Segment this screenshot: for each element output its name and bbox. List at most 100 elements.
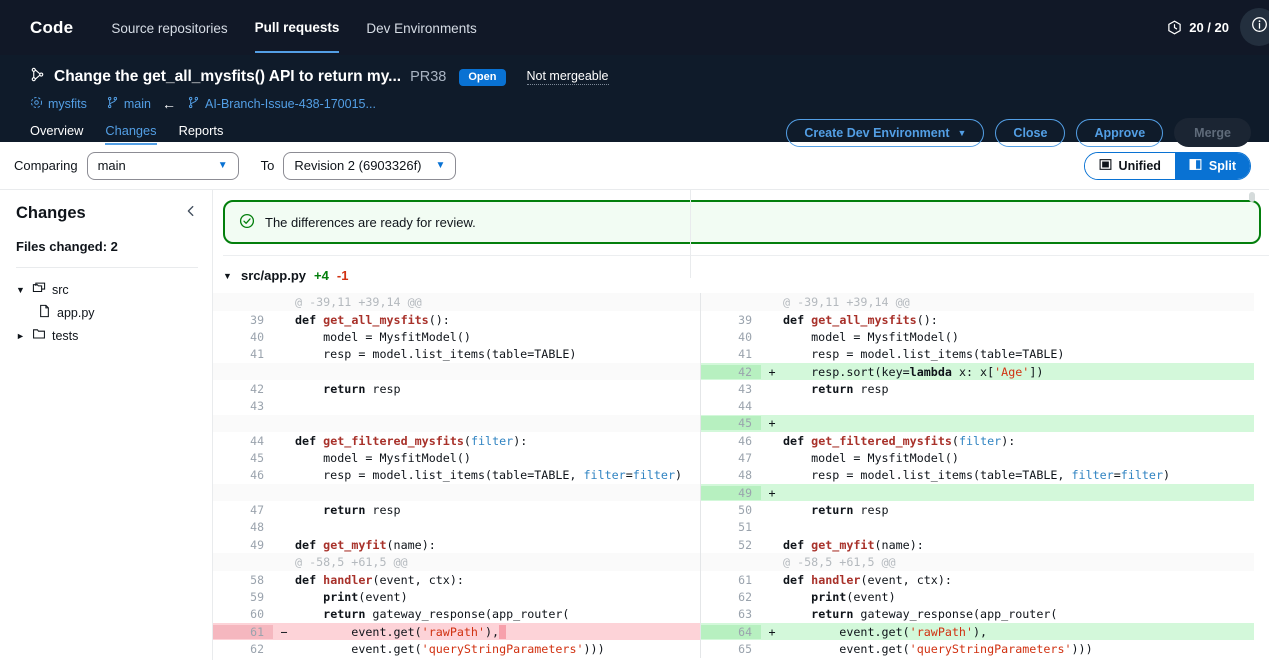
diff-code-line: return resp — [783, 503, 1254, 517]
diff-code-line: def handler(event, ctx): — [783, 573, 1254, 587]
file-icon — [38, 304, 51, 321]
diff-line-number: 41 — [701, 347, 761, 361]
pane-divider-top — [690, 190, 691, 278]
diff-row: 48 — [213, 519, 700, 536]
comparing-select[interactable]: main ▼ — [87, 152, 239, 180]
diff-row: 52def get_myfit(name): — [701, 536, 1254, 553]
diff-code-line: print(event) — [295, 590, 700, 604]
create-dev-environment-button[interactable]: Create Dev Environment ▼ — [786, 119, 984, 147]
create-dev-environment-label: Create Dev Environment — [804, 126, 949, 140]
view-mode-split[interactable]: Split — [1175, 153, 1250, 179]
revision-select-value: Revision 2 (6903326f) — [294, 158, 421, 173]
diff-row: 47 model = MysfitModel() — [701, 449, 1254, 466]
diff-code-line: def get_all_mysfits(): — [783, 313, 1254, 327]
tab-overview[interactable]: Overview — [30, 123, 83, 145]
sidebar-item-app-py[interactable]: app.py — [16, 301, 198, 324]
revision-select[interactable]: Revision 2 (6903326f) ▼ — [283, 152, 456, 180]
diff-code-line: def get_myfit(name): — [295, 538, 700, 552]
nav-item-dev-environments[interactable]: Dev Environments — [366, 4, 476, 52]
diff-line-number: 43 — [701, 382, 761, 396]
top-navigation-bar: Code Source repositories Pull requests D… — [0, 0, 1269, 55]
approve-button[interactable]: Approve — [1076, 119, 1163, 147]
diff-row: @ -39,11 +39,14 @@ — [213, 293, 700, 311]
diff-row: 65 event.get('queryStringParameters'))) — [701, 640, 1254, 657]
status-banner: The differences are ready for review. — [223, 200, 1261, 244]
diff-line-number: 44 — [701, 399, 761, 413]
view-mode-unified[interactable]: Unified — [1085, 153, 1175, 179]
close-button[interactable]: Close — [995, 119, 1065, 147]
tab-reports[interactable]: Reports — [179, 123, 224, 145]
sidebar-title: Changes — [16, 204, 86, 223]
file-path[interactable]: src/app.py — [241, 268, 306, 283]
diff-code-line: model = MysfitModel() — [783, 451, 1254, 465]
diff-code-line: def get_all_mysfits(): — [295, 313, 700, 327]
nav-item-pull-requests[interactable]: Pull requests — [255, 3, 340, 53]
diff-row: 60 return gateway_response(app_router( — [213, 606, 700, 623]
clock-icon — [1167, 20, 1182, 35]
diff-line-number: 39 — [213, 313, 273, 327]
sidebar-item-label: app.py — [57, 306, 95, 320]
triangle-down-icon[interactable]: ▼ — [223, 271, 233, 281]
diff-code-line: def get_filtered_mysfits(filter): — [295, 434, 700, 448]
diff-row — [213, 363, 700, 380]
diff-line-number: 46 — [701, 434, 761, 448]
unified-view-icon — [1099, 158, 1112, 174]
source-branch-link[interactable]: AI-Branch-Issue-438-170015... — [187, 96, 376, 112]
nav-item-source-repositories[interactable]: Source repositories — [111, 4, 227, 52]
diff-row: 61− event.get('rawPath'), — [213, 623, 700, 640]
diff-pane-revised: @ -39,11 +39,14 @@39def get_all_mysfits(… — [700, 293, 1254, 658]
diff-line-number: 40 — [213, 330, 273, 344]
diff-line-number: 61 — [213, 625, 273, 639]
status-badge: Open — [459, 69, 505, 86]
folder-open-icon — [32, 281, 46, 298]
diff-change-marker: − — [273, 625, 295, 639]
diff-code-line: return resp — [295, 503, 700, 517]
diff-code-line: model = MysfitModel() — [783, 330, 1254, 344]
repo-link[interactable]: mysfits — [30, 96, 87, 112]
vertical-scrollbar-thumb[interactable] — [1249, 192, 1255, 202]
diff-row: 46 resp = model.list_items(table=TABLE, … — [213, 467, 700, 484]
sidebar-item-tests[interactable]: ► tests — [16, 324, 198, 347]
diff-row: 50 return resp — [701, 501, 1254, 518]
diff-code-line: return resp — [783, 382, 1254, 396]
diff-row: 41 resp = model.list_items(table=TABLE) — [213, 346, 700, 363]
branch-icon — [106, 96, 119, 112]
pull-request-icon — [30, 67, 45, 87]
triangle-down-icon[interactable]: ▼ — [16, 285, 26, 295]
sidebar-divider — [16, 267, 198, 268]
branch-icon — [187, 96, 200, 112]
quota-counter: 20 / 20 — [1167, 20, 1229, 35]
diff-code-line: def get_myfit(name): — [783, 538, 1254, 552]
pull-request-header: Change the get_all_mysfits() API to retu… — [0, 55, 1269, 142]
diff-line-number: 44 — [213, 434, 273, 448]
diff-pane-original: @ -39,11 +39,14 @@ 39 def get_all_mysfits(… — [213, 293, 700, 658]
diff-line-number: 61 — [701, 573, 761, 587]
diff-area: The differences are ready for review. ▼ … — [213, 190, 1269, 660]
comparing-select-value: main — [98, 158, 126, 173]
file-additions: +4 — [314, 268, 329, 283]
diff-code-line: event.get('queryStringParameters'))) — [295, 642, 700, 656]
triangle-right-icon[interactable]: ► — [16, 331, 26, 341]
merge-state-label[interactable]: Not mergeable — [527, 69, 609, 85]
target-branch-link[interactable]: main — [106, 96, 151, 112]
repo-name: mysfits — [48, 97, 87, 111]
diff-row: 39 def get_all_mysfits(): — [213, 311, 700, 328]
merge-direction-arrow: ← — [162, 96, 176, 112]
folder-icon — [32, 327, 46, 344]
to-label: To — [261, 158, 275, 173]
chevron-left-icon — [184, 205, 198, 222]
diff-row: 58def handler(event, ctx): — [213, 571, 700, 588]
sidebar-item-src[interactable]: ▼ src — [16, 278, 198, 301]
diff-line-number: 65 — [701, 642, 761, 656]
diff-row: @ -58,5 +61,5 @@ — [213, 553, 700, 571]
info-button[interactable] — [1240, 8, 1269, 46]
diff-row: 43 return resp — [701, 380, 1254, 397]
diff-code-line: def get_filtered_mysfits(filter): — [783, 434, 1254, 448]
app-brand[interactable]: Code — [30, 18, 73, 38]
diff-line-number: 39 — [701, 313, 761, 327]
diff-code-line: return gateway_response(app_router( — [295, 607, 700, 621]
diff-row: 48 resp = model.list_items(table=TABLE, … — [701, 467, 1254, 484]
diff-code-line: event.get('queryStringParameters'))) — [783, 642, 1254, 656]
tab-changes[interactable]: Changes — [105, 123, 156, 145]
sidebar-collapse-button[interactable] — [184, 204, 198, 223]
